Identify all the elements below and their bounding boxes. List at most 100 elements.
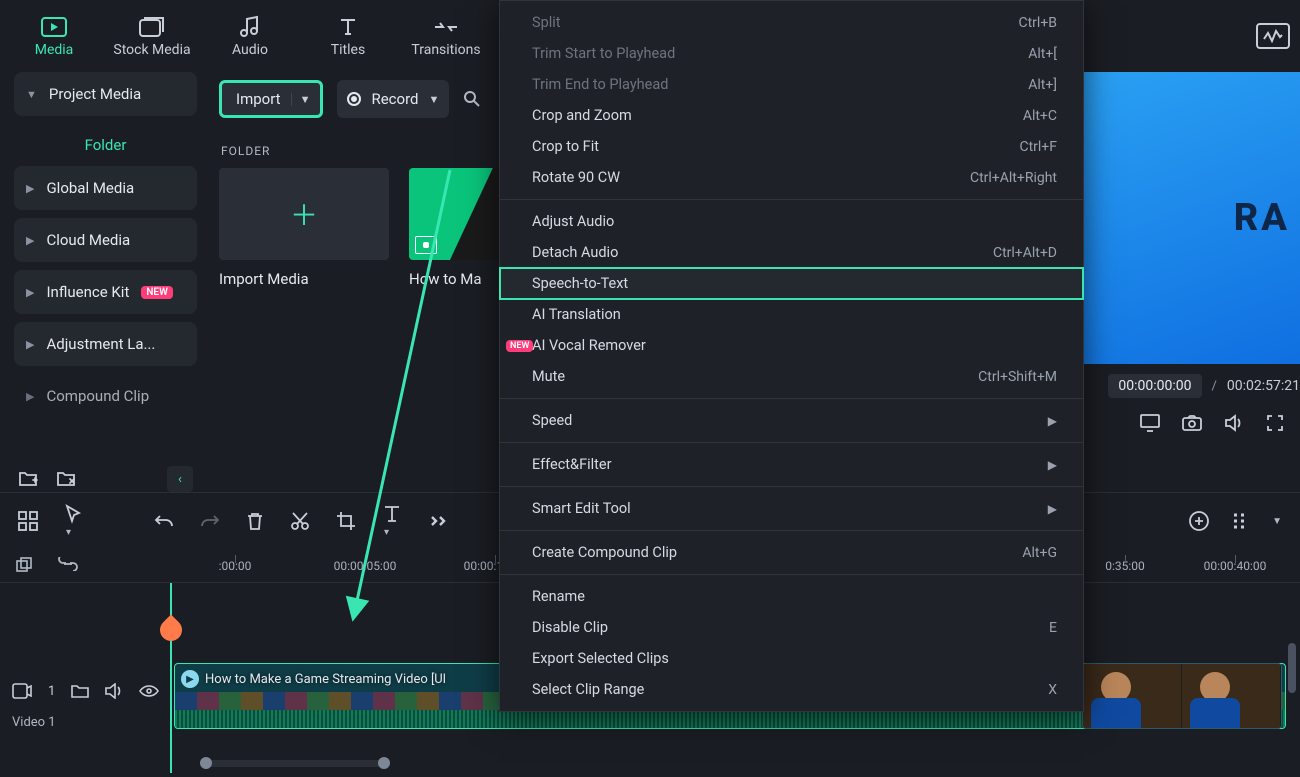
menu-adjust-audio[interactable]: Adjust Audio <box>500 206 1083 237</box>
sidebar-label: Compound Clip <box>46 387 149 405</box>
plus-icon: ＋ <box>290 194 318 234</box>
submenu-arrow-icon: ▶ <box>1048 458 1057 472</box>
menu-speech-to-text[interactable]: Speech-to-Text <box>500 268 1083 299</box>
more-icon[interactable] <box>428 514 448 528</box>
text-icon[interactable]: ▾ <box>382 504 402 539</box>
display-icon[interactable] <box>1140 414 1160 432</box>
playhead[interactable] <box>170 583 172 773</box>
sidebar-item-adjustment[interactable]: ▶ Adjustment La... <box>14 322 197 366</box>
trash-icon[interactable] <box>246 511 264 531</box>
menu-rename[interactable]: Rename <box>500 581 1083 612</box>
preview-panel: RA 00:00:00:00 / 00:02:57:21 <box>1084 72 1300 492</box>
ruler-tick: 0:35:00 <box>1080 559 1170 573</box>
timeline-scrollbar[interactable] <box>200 760 390 767</box>
zoom-in-icon[interactable] <box>1188 510 1210 532</box>
menu-create-compound[interactable]: Create Compound ClipAlt+G <box>500 537 1083 568</box>
redo-icon[interactable] <box>200 513 220 529</box>
menu-separator <box>500 442 1083 443</box>
media-icon <box>41 14 67 40</box>
menu-detach-audio[interactable]: Detach AudioCtrl+Alt+D <box>500 237 1083 268</box>
collapse-sidebar-button[interactable]: ‹ <box>167 466 193 492</box>
caret-down-icon: ▼ <box>26 88 37 101</box>
menu-effect-filter[interactable]: Effect&Filter▶ <box>500 449 1083 480</box>
folder-icon[interactable] <box>71 684 89 698</box>
fullscreen-icon[interactable] <box>1266 414 1284 432</box>
timeline-clip-tail[interactable] <box>1082 663 1282 729</box>
search-icon[interactable] <box>463 90 481 108</box>
eye-icon[interactable] <box>139 684 159 698</box>
sidebar-label: Global Media <box>46 179 134 197</box>
shortcut: Alt+] <box>1028 77 1057 93</box>
menu-ai-translation[interactable]: AI Translation <box>500 299 1083 330</box>
snapshot-icon[interactable] <box>1182 414 1202 432</box>
menu-label: Crop to Fit <box>532 138 599 155</box>
menu-trim-start[interactable]: Trim Start to PlayheadAlt+[ <box>500 38 1083 69</box>
shortcut: Alt+G <box>1022 545 1057 561</box>
new-badge: NEW <box>141 286 173 299</box>
list-view-icon[interactable] <box>1232 513 1250 529</box>
menu-label: Rotate 90 CW <box>532 169 620 186</box>
duplicate-icon[interactable] <box>16 557 34 575</box>
cursor-icon[interactable]: ▾ <box>64 504 82 539</box>
undo-icon[interactable] <box>154 513 174 529</box>
sidebar-label: Adjustment La... <box>46 335 155 353</box>
caret-icon: ▶ <box>26 182 34 195</box>
video-track-icon <box>12 683 32 699</box>
crop-icon[interactable] <box>336 511 356 531</box>
sidebar-folder-header[interactable]: Folder <box>14 124 197 166</box>
import-media-tile[interactable]: ＋ Import Media <box>219 168 389 288</box>
record-button[interactable]: Record ▼ <box>337 80 449 118</box>
menu-label: Trim End to Playhead <box>532 76 668 93</box>
import-label: Import <box>236 90 281 108</box>
volume-icon[interactable] <box>1224 414 1244 432</box>
menu-select-range[interactable]: Select Clip RangeX <box>500 674 1083 705</box>
audio-icon <box>237 14 263 40</box>
menu-split[interactable]: SplitCtrl+B <box>500 7 1083 38</box>
menu-separator <box>500 574 1083 575</box>
menu-label: Disable Clip <box>532 619 608 636</box>
tab-transitions[interactable]: Transitions <box>402 6 490 66</box>
menu-trim-end[interactable]: Trim End to Playhead Alt+] <box>500 69 1083 100</box>
new-folder-icon[interactable] <box>18 470 38 488</box>
menu-speed[interactable]: Speed▶ <box>500 405 1083 436</box>
tab-titles[interactable]: Titles <box>304 6 392 66</box>
import-button[interactable]: Import ▼ <box>219 80 323 118</box>
menu-crop-zoom[interactable]: Crop and Zoom Alt+C <box>500 100 1083 131</box>
vertical-scrollbar[interactable] <box>1288 643 1296 693</box>
menu-crop-fit[interactable]: Crop to FitCtrl+F <box>500 131 1083 162</box>
tab-stock-media[interactable]: Stock Media <box>108 6 196 66</box>
context-menu: SplitCtrl+B Trim Start to PlayheadAlt+[ … <box>499 0 1084 712</box>
menu-ai-vocal-remover[interactable]: NEWAI Vocal Remover <box>500 330 1083 361</box>
tab-label: Stock Media <box>113 42 190 58</box>
track-name: Video 1 <box>12 715 56 730</box>
audio-icon[interactable] <box>105 683 123 699</box>
menu-label: Crop and Zoom <box>532 107 632 124</box>
waveform-button[interactable] <box>1256 23 1290 49</box>
menu-export-clips[interactable]: Export Selected Clips <box>500 643 1083 674</box>
shortcut: Alt+C <box>1023 108 1057 124</box>
layout-icon[interactable] <box>18 511 38 531</box>
submenu-arrow-icon: ▶ <box>1048 502 1057 516</box>
delete-folder-icon[interactable] <box>56 470 76 488</box>
sidebar-item-compound[interactable]: ▶ Compound Clip <box>14 374 197 418</box>
cut-icon[interactable] <box>290 511 310 531</box>
ruler-tick: 00:00:05:00 <box>300 559 430 573</box>
sidebar-item-project-media[interactable]: ▼ Project Media <box>14 72 197 116</box>
link-icon[interactable] <box>58 557 78 575</box>
current-time[interactable]: 00:00:00:00 <box>1108 374 1201 398</box>
caret-icon: ▶ <box>26 286 34 299</box>
sidebar-item-cloud-media[interactable]: ▶ Cloud Media <box>14 218 197 262</box>
shortcut: Ctrl+Alt+D <box>993 245 1057 261</box>
menu-separator <box>500 398 1083 399</box>
menu-smart-edit[interactable]: Smart Edit Tool▶ <box>500 493 1083 524</box>
track-header[interactable]: 1 <box>12 683 159 699</box>
menu-rotate[interactable]: Rotate 90 CWCtrl+Alt+Right <box>500 162 1083 193</box>
menu-separator <box>500 199 1083 200</box>
tab-audio[interactable]: Audio <box>206 6 294 66</box>
menu-disable-clip[interactable]: Disable ClipE <box>500 612 1083 643</box>
tab-media[interactable]: Media <box>10 6 98 66</box>
menu-mute[interactable]: MuteCtrl+Shift+M <box>500 361 1083 392</box>
sidebar-item-global-media[interactable]: ▶ Global Media <box>14 166 197 210</box>
preview-text: RA <box>1234 196 1290 240</box>
sidebar-item-influence-kit[interactable]: ▶ Influence Kit NEW <box>14 270 197 314</box>
